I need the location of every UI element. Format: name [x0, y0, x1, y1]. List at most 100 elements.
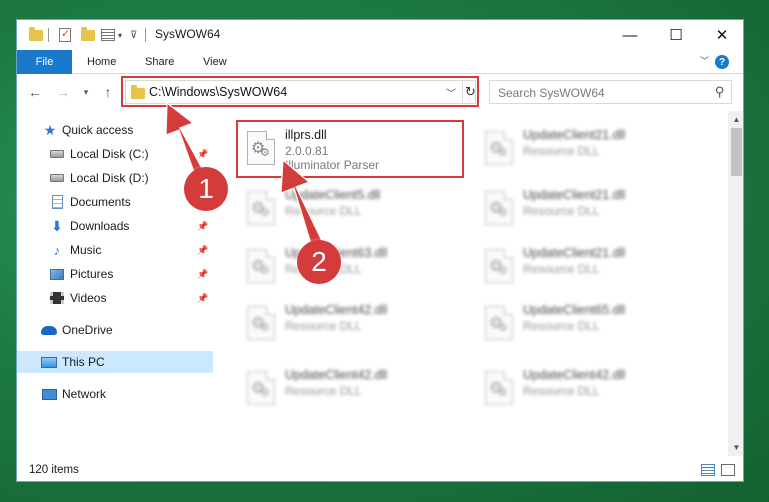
quick-access-caret-icon[interactable]: ▾ — [118, 26, 122, 44]
file-name: UpdateClient5.dll — [285, 188, 381, 202]
sidebar-item-label: Local Disk (C:) — [70, 147, 149, 161]
tab-share[interactable]: Share — [145, 50, 174, 74]
pin-icon[interactable]: 📌 — [197, 269, 208, 280]
dll-file-icon: ⚙ ⚙ — [485, 249, 513, 283]
properties-icon[interactable] — [101, 26, 115, 44]
sidebar-item-music[interactable]: ♪ Music 📌 — [17, 239, 213, 261]
tab-view[interactable]: View — [203, 50, 227, 74]
window-title: SysWOW64 — [155, 27, 221, 41]
videos-icon — [49, 291, 65, 305]
file-name: UpdateClient21.dll — [523, 128, 626, 142]
star-icon: ★ — [43, 121, 57, 138]
sidebar-item-label: This PC — [62, 355, 105, 369]
sidebar-item-network[interactable]: Network — [17, 383, 213, 405]
sidebar-item-videos[interactable]: Videos 📌 — [17, 287, 213, 309]
download-icon: ⬇ — [51, 217, 63, 234]
dll-file-icon: ⚙ ⚙ — [485, 191, 513, 225]
dll-file-icon: ⚙ ⚙ — [247, 371, 275, 405]
file-item[interactable]: ⚙ ⚙ UpdateClient42.dll Resource DLL — [239, 298, 464, 350]
pin-icon[interactable]: 📌 — [197, 149, 208, 160]
file-name: UpdateClient21.dll — [523, 246, 626, 260]
item-count: 120 items — [29, 464, 79, 476]
dll-file-icon: ⚙ ⚙ — [485, 131, 513, 165]
help-icon[interactable]: ? — [715, 55, 729, 69]
file-name: UpdateClient42.dll — [285, 303, 388, 317]
properties-check-icon[interactable] — [59, 26, 71, 44]
tab-file[interactable]: File — [17, 50, 72, 74]
sidebar-item-local-disk-c[interactable]: Local Disk (C:) 📌 — [17, 143, 213, 165]
file-item[interactable]: ⚙ ⚙ UpdateClient21.dll Resource DLL — [477, 183, 702, 235]
callout-badge-1: 1 — [184, 167, 228, 211]
file-item[interactable]: ⚙ ⚙ UpdateClient21.dll Resource DLL — [477, 241, 702, 293]
sidebar-item-label: OneDrive — [62, 323, 113, 337]
expand-ribbon-icon[interactable]: ﹀ — [700, 54, 709, 67]
sidebar-item-label: Local Disk (D:) — [70, 171, 149, 185]
search-icon[interactable]: ⚲ — [715, 84, 725, 100]
file-name: UpdateClient42.dll — [285, 368, 388, 382]
dll-file-icon: ⚙ ⚙ — [247, 191, 275, 225]
onedrive-icon — [41, 323, 57, 337]
file-item[interactable]: ⚙ ⚙ UpdateClient42.dll Resource DLL — [239, 363, 464, 415]
file-description: Resource DLL — [523, 144, 600, 158]
folder-icon — [29, 26, 43, 44]
dll-file-icon: ⚙ ⚙ — [247, 306, 275, 340]
file-description: Resource DLL — [523, 384, 600, 398]
vertical-scrollbar[interactable]: ▲ ▼ — [728, 111, 743, 456]
forward-arrow-icon[interactable]: → — [54, 83, 72, 101]
maximize-button[interactable]: ☐ — [653, 20, 699, 50]
scroll-up-icon[interactable]: ▲ — [728, 111, 743, 128]
dll-file-icon: ⚙ ⚙ — [485, 306, 513, 340]
drive-icon — [49, 147, 65, 161]
sidebar-item-onedrive[interactable]: OneDrive — [17, 319, 213, 341]
search-box[interactable]: Search SysWOW64 ⚲ — [489, 80, 732, 104]
file-item[interactable]: ⚙⚙ UpdateClient63.dll Resource DLL — [239, 241, 464, 293]
sidebar-item-label: Videos — [70, 291, 107, 305]
new-folder-icon[interactable] — [81, 26, 95, 44]
scroll-down-icon[interactable]: ▼ — [728, 439, 743, 456]
this-pc-icon — [41, 355, 57, 369]
file-item[interactable]: ⚙ ⚙ UpdateClient65.dll Resource DLL — [477, 298, 702, 350]
dll-file-icon: ⚙ ⚙ — [485, 371, 513, 405]
sidebar-item-downloads[interactable]: ⬇ Downloads 📌 — [17, 215, 213, 237]
recent-locations-icon[interactable]: ▾ — [77, 83, 95, 101]
sidebar-item-this-pc[interactable]: This PC — [17, 351, 213, 373]
sidebar-item-quick-access[interactable]: ★ Quick access — [17, 119, 213, 141]
navigation-pane: ★ Quick access Local Disk (C:) 📌 Local D… — [17, 111, 213, 456]
file-item[interactable]: ⚙ ⚙ UpdateClient5.dll Resource DLL — [239, 183, 464, 235]
up-arrow-icon[interactable]: ↑ — [99, 83, 117, 101]
large-icons-view-icon[interactable] — [721, 464, 735, 476]
sidebar-item-documents[interactable]: Documents 📌 — [17, 191, 213, 213]
pin-icon[interactable]: 📌 — [197, 293, 208, 304]
pin-icon[interactable]: 📌 — [197, 221, 208, 232]
separator — [48, 26, 49, 44]
network-icon — [41, 387, 57, 401]
file-description: Resource DLL — [523, 204, 600, 218]
sidebar-item-label: Music — [70, 243, 102, 257]
sidebar-item-label: Documents — [70, 195, 131, 209]
sidebar-item-pictures[interactable]: Pictures 📌 — [17, 263, 213, 285]
scroll-thumb[interactable] — [731, 128, 742, 176]
file-list: ⚙ ⚙ illprs.dll 2.0.0.81 Illuminator Parse… — [214, 111, 728, 456]
sidebar-item-label: Downloads — [70, 219, 130, 233]
customize-toolbar-icon[interactable]: ⊽ — [130, 26, 137, 44]
file-item[interactable]: ⚙ ⚙ UpdateClient42.dll Resource DLL — [477, 363, 702, 415]
documents-icon — [49, 195, 65, 209]
search-placeholder: Search SysWOW64 — [498, 86, 605, 100]
file-description: Resource DLL — [523, 319, 600, 333]
details-view-icon[interactable] — [701, 464, 715, 476]
status-bar: 120 items — [17, 457, 743, 481]
navigation-bar: ← → ▾ ↑ C:\Windows\SysWOW64 ﹀ ↻ Search S… — [17, 75, 743, 109]
sidebar-item-label: Quick access — [62, 123, 134, 137]
file-description: Resource DLL — [285, 319, 362, 333]
minimize-button[interactable]: — — [607, 20, 653, 50]
tab-home[interactable]: Home — [87, 50, 116, 74]
close-button[interactable]: ✕ — [699, 20, 743, 50]
file-name: UpdateClient42.dll — [523, 368, 626, 382]
title-bar: ▾ ⊽ SysWOW64 — ☐ ✕ — [17, 20, 743, 50]
file-description: Resource DLL — [523, 262, 600, 276]
file-description: Resource DLL — [285, 384, 362, 398]
pin-icon[interactable]: 📌 — [197, 245, 208, 256]
file-item[interactable]: ⚙ ⚙ UpdateClient21.dll Resource DLL — [477, 123, 702, 175]
pictures-icon — [49, 267, 65, 281]
back-arrow-icon[interactable]: ← — [26, 83, 44, 101]
